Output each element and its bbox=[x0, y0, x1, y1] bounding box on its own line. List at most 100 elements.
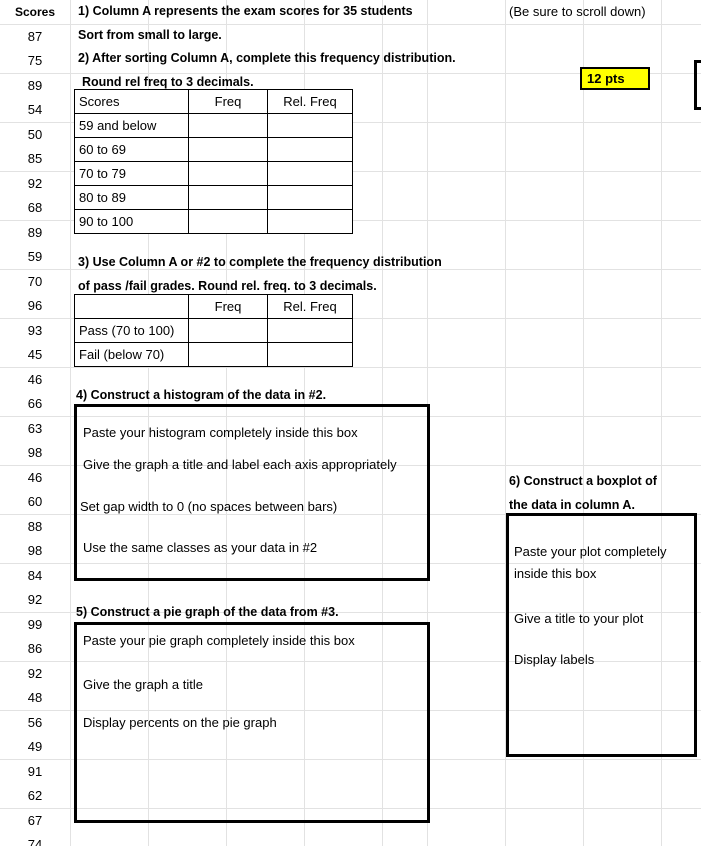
score-cell[interactable]: 98 bbox=[0, 539, 70, 564]
q1-line-2: Sort from small to large. bbox=[78, 28, 222, 42]
q3-line-2: of pass /fail grades. Round rel. freq. t… bbox=[78, 279, 377, 293]
score-cell[interactable]: 45 bbox=[0, 343, 70, 368]
q6-heading-line-1: 6) Construct a boxplot of bbox=[509, 474, 657, 488]
grid-line-horizontal bbox=[0, 269, 701, 270]
score-cell[interactable]: 96 bbox=[0, 294, 70, 319]
table-row: 90 to 100 bbox=[74, 209, 353, 234]
histogram-paste-box[interactable]: Paste your histogram completely inside t… bbox=[74, 404, 430, 581]
score-cell[interactable]: 88 bbox=[0, 515, 70, 540]
score-cell[interactable]: 70 bbox=[0, 270, 70, 295]
table-cell-rel-freq-input[interactable] bbox=[267, 185, 353, 210]
q4-heading: 4) Construct a histogram of the data in … bbox=[76, 388, 327, 402]
scores-column-header: Scores bbox=[14, 5, 56, 19]
score-cell[interactable]: 62 bbox=[0, 784, 70, 809]
score-cell[interactable]: 48 bbox=[0, 686, 70, 711]
score-cell[interactable]: 46 bbox=[0, 466, 70, 491]
pie-instruction-3: Display percents on the pie graph bbox=[83, 715, 277, 730]
table-header-freq: Freq bbox=[188, 294, 268, 319]
table-row: 80 to 89 bbox=[74, 185, 353, 210]
score-cell[interactable]: 59 bbox=[0, 245, 70, 270]
boxplot-paste-box[interactable]: Paste your plot completely inside this b… bbox=[506, 513, 697, 757]
table-cell-class-label: 60 to 69 bbox=[74, 137, 189, 162]
table-cell-freq-input[interactable] bbox=[188, 209, 268, 234]
score-cell[interactable]: 92 bbox=[0, 172, 70, 197]
score-cell[interactable]: 92 bbox=[0, 588, 70, 613]
scores-column: Scores 87 75 89 54 50 85 92 68 89 59 70 … bbox=[0, 0, 70, 846]
table-cell-rel-freq-input[interactable] bbox=[267, 161, 353, 186]
pass-fail-distribution-table: Freq Rel. Freq Pass (70 to 100) Fail (be… bbox=[74, 294, 353, 367]
boxplot-instruction-3: Give a title to your plot bbox=[514, 611, 644, 626]
score-cell[interactable]: 84 bbox=[0, 564, 70, 589]
table-header-freq: Freq bbox=[188, 89, 268, 114]
scroll-down-note: (Be sure to scroll down) bbox=[509, 4, 646, 19]
boxplot-instruction-2: inside this box bbox=[514, 566, 597, 581]
partial-paste-box-right-edge bbox=[694, 60, 701, 110]
table-header-rel-freq: Rel. Freq bbox=[267, 294, 353, 319]
score-cell[interactable]: 50 bbox=[0, 123, 70, 148]
table-row: Freq Rel. Freq bbox=[74, 294, 353, 319]
table-cell-rel-freq-input[interactable] bbox=[267, 318, 353, 343]
grid-line-horizontal bbox=[0, 24, 701, 25]
table-header-scores: Scores bbox=[74, 89, 189, 114]
table-cell-pass-label: Pass (70 to 100) bbox=[74, 318, 189, 343]
table-cell-fail-label: Fail (below 70) bbox=[74, 342, 189, 367]
table-header-empty bbox=[74, 294, 189, 319]
table-cell-freq-input[interactable] bbox=[188, 161, 268, 186]
table-row: Scores Freq Rel. Freq bbox=[74, 89, 353, 114]
table-cell-rel-freq-input[interactable] bbox=[267, 209, 353, 234]
q2-line-1: 2) After sorting Column A, complete this… bbox=[78, 51, 456, 65]
boxplot-instruction-4: Display labels bbox=[514, 652, 595, 667]
table-cell-rel-freq-input[interactable] bbox=[267, 342, 353, 367]
score-cell[interactable]: 74 bbox=[0, 833, 70, 846]
table-cell-freq-input[interactable] bbox=[188, 318, 268, 343]
grid-line-horizontal bbox=[0, 367, 701, 368]
q1-line-1: 1) Column A represents the exam scores f… bbox=[78, 4, 413, 18]
score-cell[interactable]: 60 bbox=[0, 490, 70, 515]
score-cell[interactable]: 56 bbox=[0, 711, 70, 736]
table-cell-rel-freq-input[interactable] bbox=[267, 113, 353, 138]
table-cell-rel-freq-input[interactable] bbox=[267, 137, 353, 162]
histogram-instruction-1: Paste your histogram completely inside t… bbox=[83, 425, 358, 440]
table-cell-class-label: 70 to 79 bbox=[74, 161, 189, 186]
table-cell-class-label: 90 to 100 bbox=[74, 209, 189, 234]
table-row: Pass (70 to 100) bbox=[74, 318, 353, 343]
score-cell[interactable]: 89 bbox=[0, 221, 70, 246]
q5-heading: 5) Construct a pie graph of the data fro… bbox=[76, 605, 339, 619]
score-cell[interactable]: 67 bbox=[0, 809, 70, 834]
pie-graph-paste-box[interactable]: Paste your pie graph completely inside t… bbox=[74, 622, 430, 823]
score-cell[interactable]: 86 bbox=[0, 637, 70, 662]
points-badge: 12 pts bbox=[580, 67, 650, 90]
table-header-rel-freq: Rel. Freq bbox=[267, 89, 353, 114]
score-cell[interactable]: 85 bbox=[0, 147, 70, 172]
score-cell[interactable]: 66 bbox=[0, 392, 70, 417]
score-cell[interactable]: 91 bbox=[0, 760, 70, 785]
q6-heading-line-2: the data in column A. bbox=[509, 498, 635, 512]
table-row: 70 to 79 bbox=[74, 161, 353, 186]
score-cell[interactable]: 54 bbox=[0, 98, 70, 123]
score-cell[interactable]: 89 bbox=[0, 74, 70, 99]
score-cell[interactable]: 63 bbox=[0, 417, 70, 442]
table-cell-class-label: 59 and below bbox=[74, 113, 189, 138]
score-cell[interactable]: 87 bbox=[0, 25, 70, 50]
score-cell[interactable]: 98 bbox=[0, 441, 70, 466]
table-cell-freq-input[interactable] bbox=[188, 113, 268, 138]
table-row: Fail (below 70) bbox=[74, 342, 353, 367]
histogram-instruction-4: Use the same classes as your data in #2 bbox=[83, 540, 318, 555]
score-cell[interactable]: 93 bbox=[0, 319, 70, 344]
boxplot-instruction-1: Paste your plot completely bbox=[514, 544, 667, 559]
histogram-instruction-3: Set gap width to 0 (no spaces between ba… bbox=[80, 499, 338, 514]
table-row: 60 to 69 bbox=[74, 137, 353, 162]
score-cell[interactable]: 92 bbox=[0, 662, 70, 687]
score-cell[interactable]: 75 bbox=[0, 49, 70, 74]
score-cell[interactable]: 68 bbox=[0, 196, 70, 221]
q3-line-1: 3) Use Column A or #2 to complete the fr… bbox=[78, 255, 442, 269]
grid-line-vertical bbox=[70, 0, 71, 846]
score-cell[interactable]: 49 bbox=[0, 735, 70, 760]
table-cell-freq-input[interactable] bbox=[188, 137, 268, 162]
pie-instruction-2: Give the graph a title bbox=[83, 677, 203, 692]
score-cell[interactable]: 99 bbox=[0, 613, 70, 638]
pie-instruction-1: Paste your pie graph completely inside t… bbox=[83, 633, 355, 648]
table-cell-freq-input[interactable] bbox=[188, 342, 268, 367]
score-cell[interactable]: 46 bbox=[0, 368, 70, 393]
table-cell-freq-input[interactable] bbox=[188, 185, 268, 210]
